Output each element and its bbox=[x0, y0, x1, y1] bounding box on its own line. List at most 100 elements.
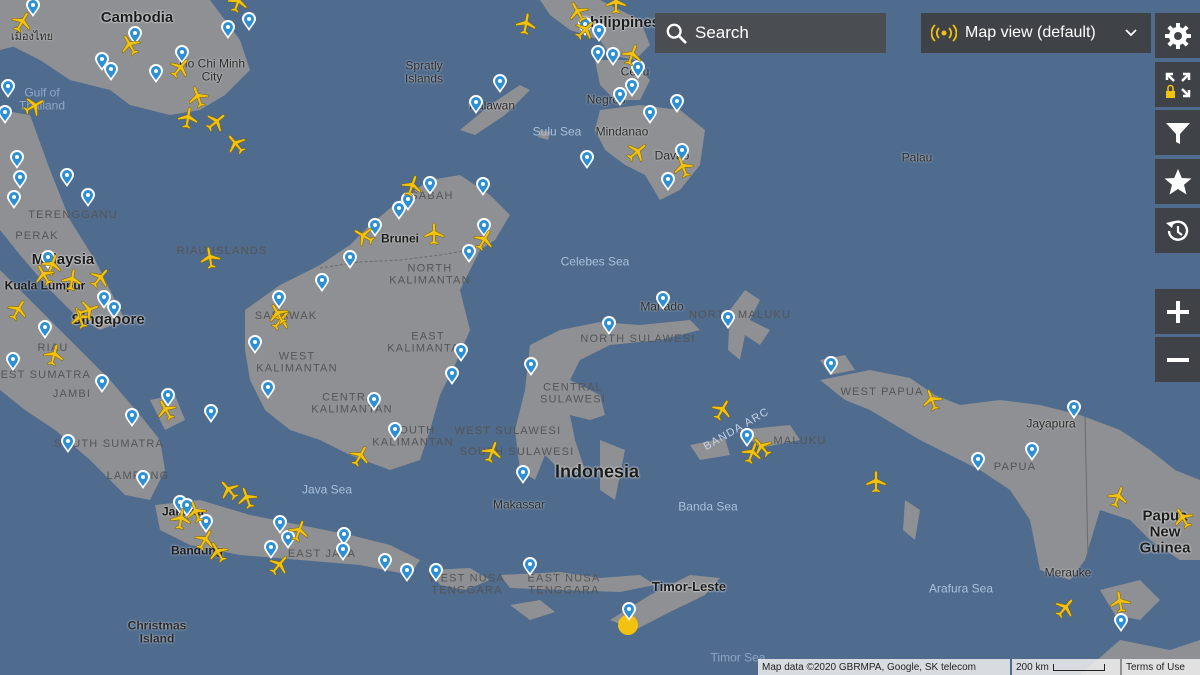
airport-pin-icon[interactable] bbox=[601, 316, 617, 336]
airport-pin-icon[interactable] bbox=[203, 404, 219, 424]
aircraft-icon[interactable] bbox=[1106, 588, 1134, 616]
airport-pin-icon[interactable] bbox=[475, 177, 491, 197]
aircraft-icon[interactable] bbox=[58, 266, 86, 294]
aircraft-icon[interactable] bbox=[512, 10, 540, 38]
region-label: WEST PAPUA bbox=[840, 386, 924, 399]
favorites-button[interactable] bbox=[1155, 159, 1200, 204]
sea-label: Celebes Sea bbox=[560, 254, 630, 269]
airport-pin-icon[interactable] bbox=[335, 542, 351, 562]
airport-pin-icon[interactable] bbox=[342, 250, 358, 270]
airport-pin-icon[interactable] bbox=[6, 190, 22, 210]
place-label: Christmas Island bbox=[127, 618, 187, 645]
airport-pin-icon[interactable] bbox=[624, 78, 640, 98]
airport-pin-icon[interactable] bbox=[106, 300, 122, 320]
airport-pin-icon[interactable] bbox=[314, 273, 330, 293]
playback-button[interactable] bbox=[1155, 208, 1200, 253]
region-label: CENTRAL SULAWESI bbox=[539, 381, 607, 405]
map-scale: 200 km bbox=[1012, 659, 1120, 675]
airport-pin-icon[interactable] bbox=[37, 320, 53, 340]
region-label: SOUTH KALIMANTAN bbox=[372, 424, 454, 448]
aircraft-icon[interactable] bbox=[604, 0, 628, 15]
aircraft-icon[interactable] bbox=[174, 104, 202, 132]
city-label-brunei: Brunei bbox=[380, 231, 420, 246]
airport-pin-icon[interactable] bbox=[669, 94, 685, 114]
airport-pin-icon[interactable] bbox=[59, 168, 75, 188]
region-label: PAPUA bbox=[993, 461, 1037, 474]
zoom-out-button[interactable] bbox=[1155, 337, 1200, 382]
airport-pin-icon[interactable] bbox=[522, 557, 538, 577]
airport-pin-icon[interactable] bbox=[377, 553, 393, 573]
place-label: เมืองไทย bbox=[10, 31, 54, 44]
aircraft-icon[interactable] bbox=[422, 222, 446, 246]
expand-lock-icon bbox=[1165, 72, 1190, 98]
region-label: NORTH SULAWESI bbox=[580, 333, 696, 346]
place-label: Mindanao bbox=[595, 124, 649, 139]
terms-link[interactable]: Terms of Use bbox=[1122, 659, 1200, 675]
airport-pin-icon[interactable] bbox=[0, 79, 16, 99]
airport-pin-icon[interactable] bbox=[366, 392, 382, 412]
map-view-label: Map view (default) bbox=[965, 24, 1096, 41]
airport-pin-icon[interactable] bbox=[220, 20, 236, 40]
place-label: Palau bbox=[901, 150, 933, 165]
settings-button[interactable] bbox=[1155, 13, 1200, 58]
airport-pin-icon[interactable] bbox=[80, 188, 96, 208]
airport-pin-icon[interactable] bbox=[260, 380, 276, 400]
airport-pin-icon[interactable] bbox=[823, 356, 839, 376]
map-attribution: Map data ©2020 GBRMPA, Google, SK teleco… bbox=[758, 659, 1010, 675]
airport-pin-icon[interactable] bbox=[655, 291, 671, 311]
zoom-in-button[interactable] bbox=[1155, 289, 1200, 334]
airport-pin-icon[interactable] bbox=[124, 408, 140, 428]
airport-pin-icon[interactable] bbox=[60, 434, 76, 454]
filter-button[interactable] bbox=[1155, 110, 1200, 155]
airport-pin-icon[interactable] bbox=[135, 470, 151, 490]
place-label: Merauke bbox=[1044, 565, 1092, 580]
terms-label: Terms of Use bbox=[1126, 661, 1185, 673]
region-label: NORTH KALIMANTAN bbox=[389, 262, 471, 286]
region-label: WEST SULAWESI bbox=[454, 425, 562, 438]
airport-pin-icon[interactable] bbox=[428, 563, 444, 583]
airport-pin-icon[interactable] bbox=[5, 352, 21, 372]
flight-map[interactable]: Cambodia Philippines Malaysia Singapore … bbox=[0, 0, 1200, 675]
airport-pin-icon[interactable] bbox=[523, 357, 539, 377]
airport-pin-icon[interactable] bbox=[94, 374, 110, 394]
search-input[interactable]: Search bbox=[655, 13, 886, 53]
airport-pin-icon[interactable] bbox=[103, 62, 119, 82]
airport-pin-icon[interactable] bbox=[515, 465, 531, 485]
airport-pin-icon[interactable] bbox=[720, 310, 736, 330]
aircraft-icon[interactable] bbox=[196, 244, 224, 272]
airport-pin-icon[interactable] bbox=[399, 563, 415, 583]
airport-pin-icon[interactable] bbox=[1024, 442, 1040, 462]
airport-pin-icon[interactable] bbox=[1066, 400, 1082, 420]
airport-pin-icon[interactable] bbox=[468, 95, 484, 115]
airport-pin-icon[interactable] bbox=[247, 335, 263, 355]
airport-pin-icon[interactable] bbox=[970, 452, 986, 472]
chevron-down-icon bbox=[1125, 29, 1137, 37]
airport-pin-icon[interactable] bbox=[0, 105, 13, 125]
broadcast-icon bbox=[931, 24, 957, 42]
region-label: WEST KALIMANTAN bbox=[256, 350, 338, 374]
region-label: TERENGGANU bbox=[28, 209, 118, 222]
aircraft-icon[interactable] bbox=[864, 470, 888, 494]
gear-icon bbox=[1164, 22, 1191, 49]
airport-pin-icon[interactable] bbox=[148, 64, 164, 84]
airport-pin-icon[interactable] bbox=[9, 150, 25, 170]
airport-pin-icon[interactable] bbox=[387, 422, 403, 442]
map-view-dropdown[interactable]: Map view (default) bbox=[921, 13, 1151, 53]
place-label: Spratly Islands bbox=[404, 58, 444, 85]
airport-pin-icon[interactable] bbox=[621, 602, 637, 622]
airport-pin-icon[interactable] bbox=[492, 74, 508, 94]
airport-pin-icon[interactable] bbox=[391, 201, 407, 221]
region-label: PERAK bbox=[15, 230, 59, 243]
airport-pin-icon[interactable] bbox=[590, 45, 606, 65]
search-placeholder: Search bbox=[695, 23, 749, 42]
fullscreen-lock-button[interactable] bbox=[1155, 62, 1200, 107]
airport-pin-icon[interactable] bbox=[12, 170, 28, 190]
airport-pin-icon[interactable] bbox=[453, 343, 469, 363]
airport-pin-icon[interactable] bbox=[642, 105, 658, 125]
star-icon bbox=[1164, 168, 1191, 194]
airport-pin-icon[interactable] bbox=[579, 150, 595, 170]
airport-pin-icon[interactable] bbox=[444, 366, 460, 386]
airport-pin-icon[interactable] bbox=[1113, 613, 1129, 633]
country-label-cambodia: Cambodia bbox=[100, 9, 174, 27]
filter-icon bbox=[1165, 122, 1190, 144]
